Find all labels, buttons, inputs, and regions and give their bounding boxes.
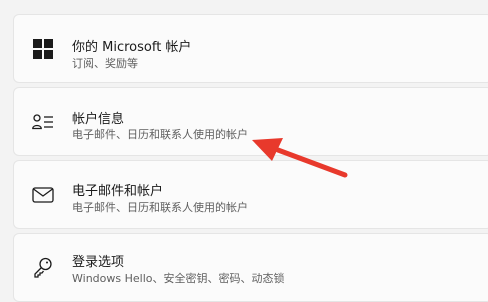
windows-logo-icon: [31, 37, 55, 61]
settings-item-microsoft-account[interactable]: 你的 Microsoft 帐户 订阅、奖励等: [13, 14, 488, 83]
mail-icon: [31, 183, 55, 207]
settings-item-title: 你的 Microsoft 帐户: [72, 40, 192, 55]
account-info-icon: [31, 110, 55, 134]
settings-item-title: 电子邮件和帐户: [72, 184, 164, 199]
key-icon: [31, 256, 55, 280]
settings-item-subtitle: 电子邮件、日历和联系人使用的帐户: [72, 201, 248, 214]
settings-item-email-accounts[interactable]: 电子邮件和帐户 电子邮件、日历和联系人使用的帐户: [13, 160, 488, 229]
settings-item-subtitle: 电子邮件、日历和联系人使用的帐户: [72, 128, 248, 141]
settings-item-title: 帐户信息: [72, 112, 125, 127]
settings-item-account-info[interactable]: 帐户信息 电子邮件、日历和联系人使用的帐户: [13, 87, 488, 156]
settings-item-subtitle: 订阅、奖励等: [72, 57, 138, 70]
settings-item-sign-in-options[interactable]: 登录选项 Windows Hello、安全密钥、密码、动态锁: [13, 233, 488, 302]
settings-item-subtitle: Windows Hello、安全密钥、密码、动态锁: [72, 272, 285, 285]
settings-item-title: 登录选项: [72, 255, 125, 270]
